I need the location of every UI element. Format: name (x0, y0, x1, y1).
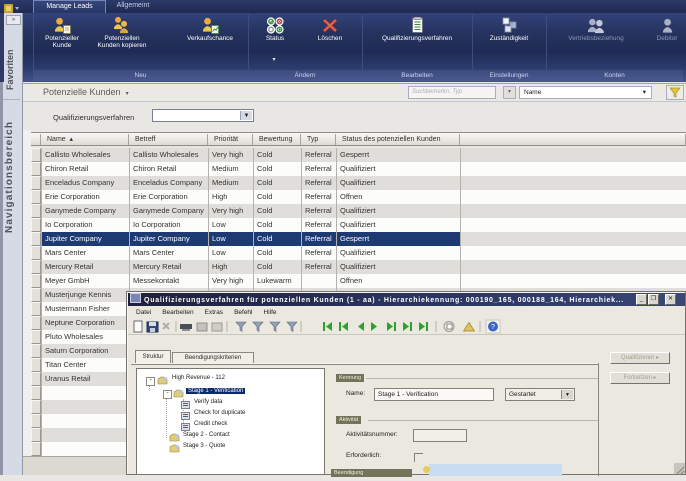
svg-text:?: ? (491, 324, 495, 331)
